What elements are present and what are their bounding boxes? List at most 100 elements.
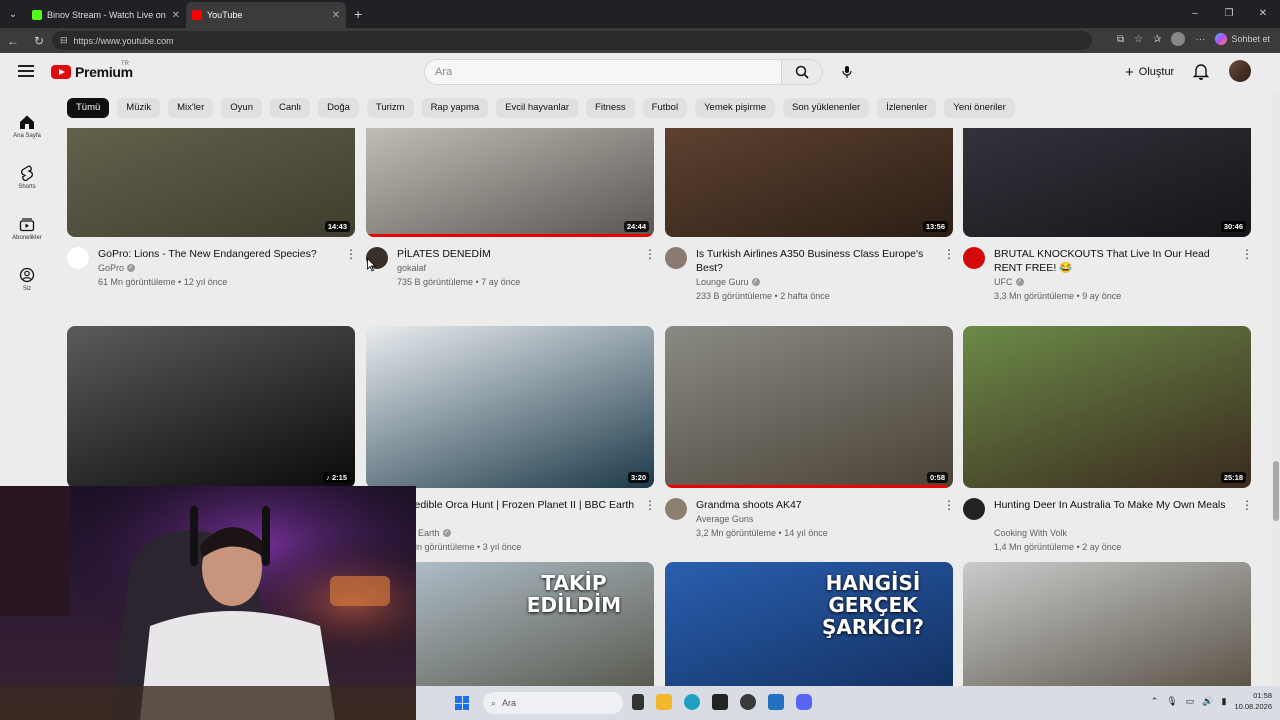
- discord-icon[interactable]: [796, 694, 812, 710]
- channel-name[interactable]: Average Guns: [696, 514, 753, 524]
- sidebar-item-home[interactable]: Ana Sayfa: [0, 101, 54, 152]
- new-tab-button[interactable]: +: [354, 6, 362, 22]
- channel-avatar[interactable]: [665, 498, 687, 520]
- file-explorer-icon[interactable]: [656, 694, 672, 710]
- filter-chip[interactable]: Fitness: [586, 98, 635, 118]
- sidebar-item-you[interactable]: Siz: [0, 254, 54, 305]
- filter-chip[interactable]: Evcil hayvanlar: [496, 98, 579, 118]
- video-title[interactable]: Is Turkish Airlines A350 Business Class …: [696, 247, 936, 275]
- more-actions-icon[interactable]: ⋮: [1241, 247, 1252, 261]
- edge-icon[interactable]: [684, 694, 700, 710]
- app-icon[interactable]: [712, 694, 728, 710]
- filter-chip[interactable]: İzlenenler: [877, 98, 937, 118]
- obs-icon[interactable]: [740, 694, 756, 710]
- more-actions-icon[interactable]: ⋮: [943, 498, 955, 512]
- battery-icon[interactable]: ▮: [1222, 696, 1227, 707]
- filter-chip[interactable]: Canlı: [269, 98, 311, 118]
- more-actions-icon[interactable]: ⋮: [644, 498, 656, 512]
- filter-chip[interactable]: Futbol: [642, 98, 688, 118]
- video-title[interactable]: BRUTAL KNOCKOUTS That Live In Our Head R…: [994, 247, 1234, 275]
- more-options-icon[interactable]: ···: [1195, 34, 1205, 45]
- maximize-button[interactable]: ❐: [1212, 0, 1246, 28]
- back-icon[interactable]: ←: [0, 34, 26, 48]
- channel-avatar[interactable]: [67, 247, 89, 269]
- channel-name[interactable]: Lounge Guru ✓: [696, 277, 760, 287]
- video-title[interactable]: Grandma shoots AK47: [696, 498, 936, 512]
- video-title[interactable]: GoPro: Lions - The New Endangered Specie…: [98, 247, 338, 261]
- channel-name[interactable]: gokalaf: [397, 263, 426, 273]
- video-thumbnail[interactable]: 14:43: [67, 128, 355, 237]
- page-scrollbar[interactable]: [1272, 91, 1280, 686]
- network-icon[interactable]: ▭: [1186, 696, 1195, 707]
- favorite-star-icon[interactable]: ☆: [1134, 34, 1143, 45]
- video-thumbnail[interactable]: 1:53: [963, 562, 1251, 686]
- filter-chip[interactable]: Mix'ler: [168, 98, 214, 118]
- watch-progress-bar: [665, 485, 948, 488]
- scrollbar-thumb[interactable]: [1273, 461, 1279, 521]
- more-actions-icon[interactable]: ⋮: [943, 247, 955, 261]
- filter-chip[interactable]: Müzik: [117, 98, 161, 118]
- video-thumbnail[interactable]: 25:18: [963, 326, 1251, 488]
- close-window-button[interactable]: ✕: [1246, 0, 1280, 28]
- favorites-icon[interactable]: ✰: [1153, 34, 1161, 45]
- video-thumbnail[interactable]: 13:56: [665, 128, 953, 237]
- video-thumbnail[interactable]: 24:44: [366, 128, 654, 237]
- tab-youtube[interactable]: YouTube ✕: [186, 2, 346, 28]
- refresh-icon[interactable]: ↻: [26, 34, 52, 48]
- sidebar-item-subscriptions[interactable]: Abonelikler: [0, 203, 54, 254]
- split-screen-icon[interactable]: ⧉: [1117, 34, 1124, 45]
- create-button[interactable]: + Oluştur: [1117, 60, 1182, 84]
- filter-chip[interactable]: Doğa: [318, 98, 359, 118]
- video-thumbnail[interactable]: HANGİSİ GERÇEK ŞARKICI?50:10: [665, 562, 953, 686]
- more-actions-icon[interactable]: ⋮: [345, 247, 357, 261]
- taskbar-clock[interactable]: 01:58 10.08.2026: [1234, 690, 1272, 712]
- sidebar-item-shorts[interactable]: Shorts: [0, 152, 54, 203]
- volume-icon[interactable]: 🔊: [1202, 696, 1213, 707]
- channel-name[interactable]: Cooking With Volk: [994, 528, 1067, 538]
- close-icon[interactable]: ✕: [172, 10, 180, 21]
- video-title[interactable]: Incredible Orca Hunt | Frozen Planet II …: [397, 498, 637, 512]
- account-avatar[interactable]: [1229, 60, 1251, 82]
- video-thumbnail[interactable]: ♪ 2:15: [67, 326, 355, 488]
- close-icon[interactable]: ✕: [332, 10, 340, 21]
- channel-name[interactable]: GoPro ✓: [98, 263, 136, 273]
- more-actions-icon[interactable]: ⋮: [1241, 498, 1252, 512]
- tab-kick[interactable]: Binov Stream - Watch Live on Kick ✕: [26, 2, 186, 28]
- menu-icon[interactable]: [18, 65, 34, 77]
- minimize-button[interactable]: –: [1178, 0, 1212, 28]
- video-title[interactable]: Hunting Deer In Australia To Make My Own…: [994, 498, 1234, 512]
- channel-avatar[interactable]: [665, 247, 687, 269]
- filter-chip[interactable]: Oyun: [221, 98, 262, 118]
- filter-chip[interactable]: Son yüklenenler: [783, 98, 870, 118]
- video-thumbnail[interactable]: 3:20: [366, 326, 654, 488]
- tab-actions-menu[interactable]: ⌄: [0, 0, 26, 28]
- start-button[interactable]: [455, 696, 469, 710]
- more-actions-icon[interactable]: ⋮: [644, 247, 656, 261]
- address-bar[interactable]: ⊟ https://www.youtube.com: [52, 31, 1092, 50]
- filter-chip[interactable]: Yeni öneriler: [944, 98, 1015, 118]
- filter-chip[interactable]: Yemek pişirme: [695, 98, 776, 118]
- youtube-premium-logo[interactable]: Premium TR: [51, 61, 133, 80]
- filter-chip[interactable]: Turizm: [366, 98, 414, 118]
- video-thumbnail[interactable]: 30:46: [963, 128, 1251, 237]
- channel-avatar[interactable]: [963, 247, 985, 269]
- profile-avatar[interactable]: [1171, 32, 1186, 46]
- video-title[interactable]: PİLATES DENEDİM: [397, 247, 637, 261]
- webcam-feed-image: [0, 486, 416, 720]
- chevron-up-icon[interactable]: ⌃: [1151, 696, 1159, 707]
- search-input[interactable]: Ara: [424, 59, 782, 85]
- filter-chip[interactable]: Tümü: [67, 98, 110, 118]
- taskbar-search[interactable]: ⌕ Ara: [483, 692, 623, 714]
- copilot-chat-button[interactable]: Sohbet et: [1215, 33, 1270, 45]
- filter-chip[interactable]: Rap yapma: [421, 98, 489, 118]
- voice-search-button[interactable]: [834, 59, 860, 85]
- microphone-icon[interactable]: 🎙: [1166, 696, 1177, 707]
- site-info-icon[interactable]: ⊟: [60, 35, 68, 46]
- video-thumbnail[interactable]: 0:58: [665, 326, 953, 488]
- vscode-icon[interactable]: [768, 694, 784, 710]
- channel-name[interactable]: UFC ✓: [994, 277, 1024, 287]
- search-button[interactable]: [781, 59, 823, 85]
- channel-avatar[interactable]: [963, 498, 985, 520]
- notifications-button[interactable]: [1192, 62, 1210, 85]
- task-view-icon[interactable]: [632, 694, 644, 710]
